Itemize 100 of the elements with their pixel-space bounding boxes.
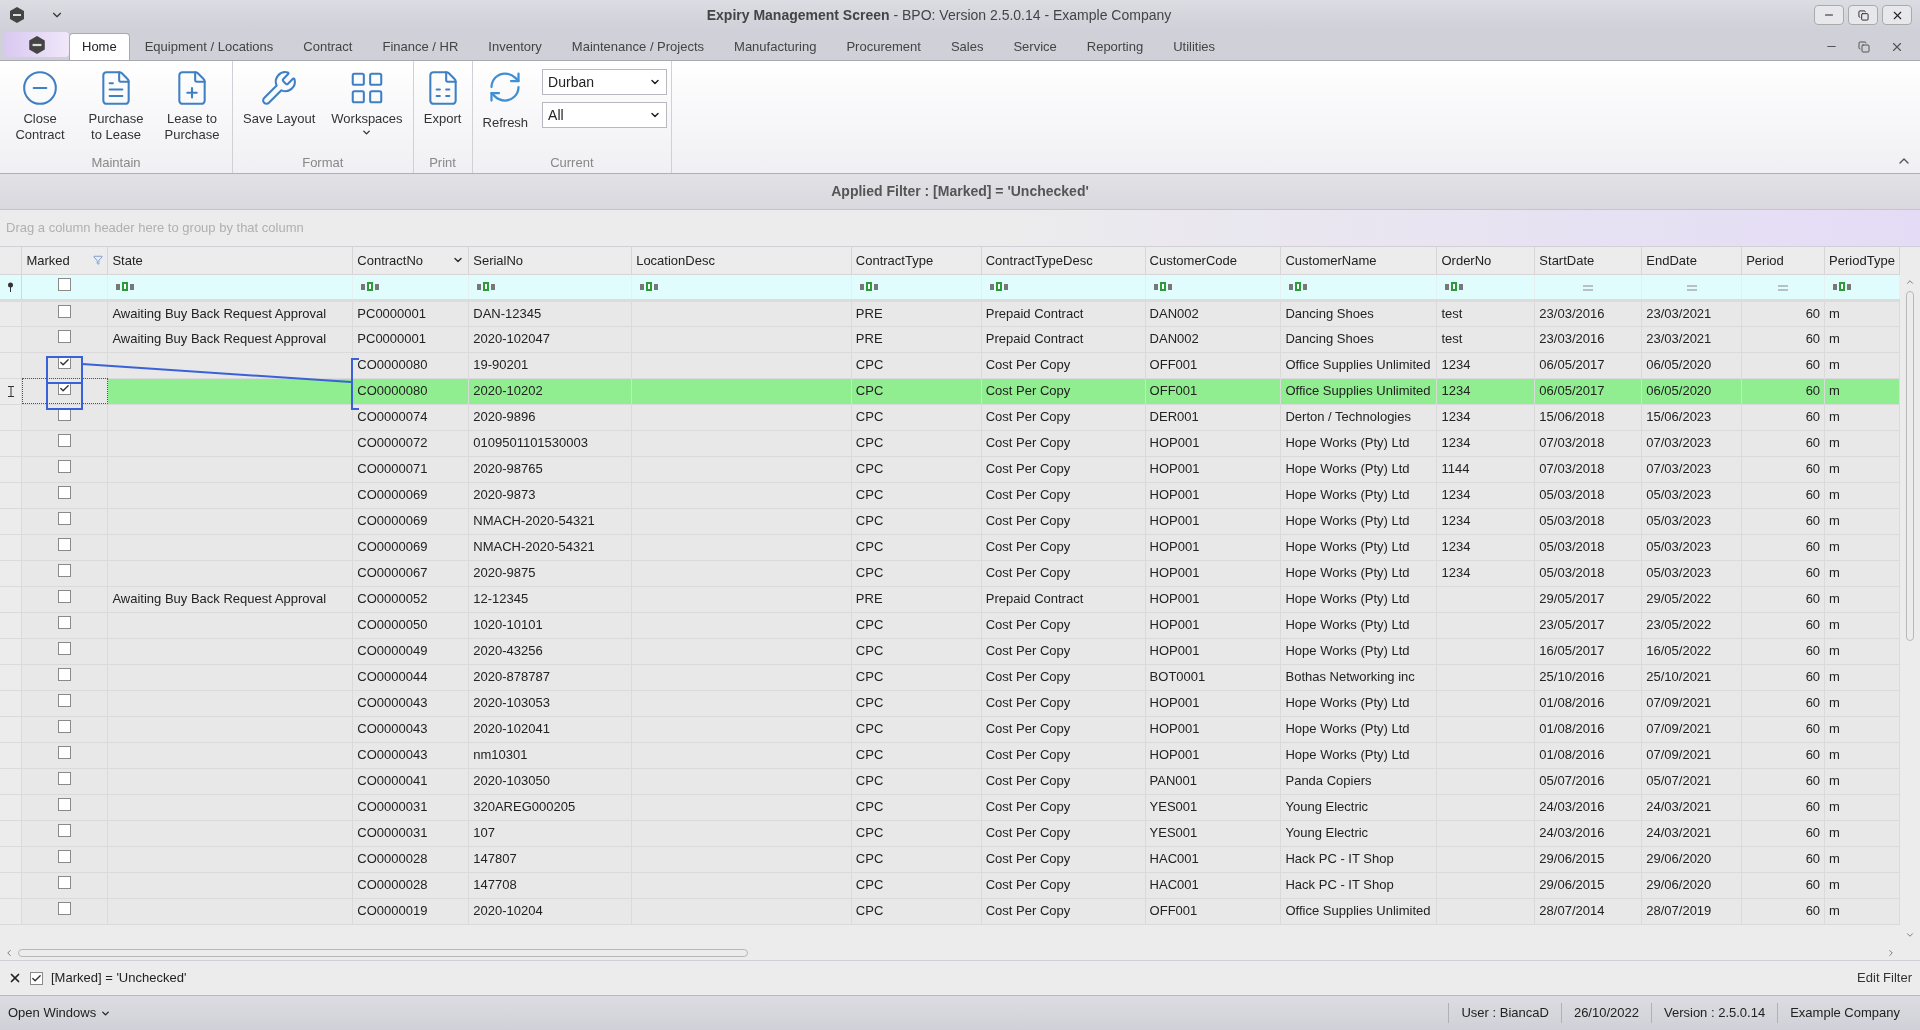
column-header[interactable]: ContractType	[851, 247, 982, 274]
mdi-restore-icon[interactable]	[1858, 40, 1870, 53]
ribbon-tab[interactable]: Maintenance / Projects	[556, 33, 720, 60]
ribbon-tab[interactable]: Home	[69, 33, 130, 60]
filter-expression[interactable]: [Marked] = 'Unchecked'	[51, 968, 187, 988]
column-header[interactable]: EndDate	[1641, 247, 1742, 274]
column-header[interactable]: StartDate	[1534, 247, 1642, 274]
column-header[interactable]: SerialNo	[468, 247, 632, 274]
checkbox[interactable]	[58, 277, 72, 291]
table-row[interactable]: Awaiting Buy Back Request Approval CO0000052 12-12345 PRE Prepaid Contract HOP001 Hope Works (Pty) Ltd 29/05/2017 29/05/2022 60 m	[0, 586, 1900, 612]
checkbox[interactable]	[58, 772, 72, 786]
checkbox[interactable]	[58, 720, 72, 734]
table-row[interactable]: CO0000072 0109501101530003 CPC Cost Per Copy HOP001 Hope Works (Pty) Ltd 1234 07/03/2018 07/03/2023 60 m	[0, 430, 1900, 456]
table-row[interactable]: CO0000080 19-90201 CPC Cost Per Copy OFF001 Office Supplies Unlimited 1234 06/05/2017 06/05/2020 60 m	[0, 352, 1900, 378]
column-header[interactable]: LocationDesc	[631, 247, 852, 274]
table-row[interactable]: CO0000050 1020-10101 CPC Cost Per Copy HOP001 Hope Works (Pty) Ltd 23/05/2017 23/05/2022 60 m	[0, 612, 1900, 638]
column-header[interactable]: ContractTypeDesc	[981, 247, 1146, 274]
column-header[interactable]: OrderNo	[1436, 247, 1535, 274]
checkbox[interactable]	[58, 850, 72, 864]
ribbon-button[interactable]: Refresh	[476, 69, 535, 133]
scroll-right-icon[interactable]	[1886, 947, 1896, 958]
table-row[interactable]: CO0000069 NMACH-2020-54321 CPC Cost Per Copy HOP001 Hope Works (Pty) Ltd 1234 05/03/2018 05/03/2023 60 m	[0, 534, 1900, 560]
ribbon-button[interactable]: Save Layout	[237, 69, 322, 127]
table-row[interactable]: CO0000080 2020-10202 CPC Cost Per Copy OFF001 Office Supplies Unlimited 1234 06/05/2017 06/05/2020 60 m	[0, 378, 1900, 404]
table-row[interactable]: CO0000031 320AREG000205 CPC Cost Per Copy YES001 Young Electric 24/03/2016 24/03/2021 60 m	[0, 794, 1900, 820]
table-row[interactable]: CO0000019 2020-10204 CPC Cost Per Copy OFF001 Office Supplies Unlimited 28/07/2014 28/07/2019 60 m	[0, 898, 1900, 924]
table-row[interactable]: CO0000071 2020-98765 CPC Cost Per Copy HOP001 Hope Works (Pty) Ltd 1144 07/03/2018 07/03/2023 60 m	[0, 456, 1900, 482]
open-windows-menu[interactable]: Open Windows	[8, 1003, 112, 1023]
table-row[interactable]: CO0000041 2020-103050 CPC Cost Per Copy PAN001 Panda Copiers 05/07/2016 05/07/2021 60 m	[0, 768, 1900, 794]
ribbon-tab[interactable]: Contract	[288, 33, 368, 60]
table-row[interactable]: CO0000069 2020-9873 CPC Cost Per Copy HOP001 Hope Works (Pty) Ltd 1234 05/03/2018 05/03/2023 60 m	[0, 482, 1900, 508]
table-cell: 15/06/2023	[1646, 409, 1712, 425]
checkbox[interactable]	[58, 876, 72, 890]
table-cell: Hope Works (Pty) Ltd	[1285, 461, 1410, 477]
table-row[interactable]: CO0000069 NMACH-2020-54321 CPC Cost Per Copy HOP001 Hope Works (Pty) Ltd 1234 05/03/2018 05/03/2023 60 m	[0, 508, 1900, 534]
ribbon-button[interactable]: Lease to Purchase	[156, 69, 228, 143]
checkbox[interactable]	[58, 694, 72, 708]
table-row[interactable]: CO0000031 107 CPC Cost Per Copy YES001 Young Electric 24/03/2016 24/03/2021 60 m	[0, 820, 1900, 846]
clear-filter-icon[interactable]	[8, 971, 22, 985]
ribbon-button[interactable]: Workspaces	[325, 69, 409, 138]
horizontal-scrollbar-thumb[interactable]	[18, 948, 748, 957]
checkbox[interactable]	[58, 642, 72, 656]
ribbon-tab[interactable]: Sales	[935, 33, 999, 60]
column-header[interactable]: CustomerCode	[1145, 247, 1281, 274]
filter-icon[interactable]	[93, 255, 104, 266]
checkbox[interactable]	[58, 798, 72, 812]
column-header[interactable]: CustomerName	[1281, 247, 1437, 274]
checkbox[interactable]	[58, 486, 72, 500]
checkbox[interactable]	[58, 590, 72, 604]
ribbon-tab[interactable]: Utilities	[1158, 33, 1231, 60]
checkbox[interactable]	[58, 824, 72, 838]
ribbon-button[interactable]: Purchase to Lease	[80, 69, 152, 143]
restore-button[interactable]	[1848, 5, 1878, 25]
minimize-button[interactable]	[1814, 5, 1844, 25]
ribbon-tab[interactable]: Finance / HR	[367, 33, 474, 60]
scroll-up-icon[interactable]	[1905, 277, 1915, 287]
scroll-left-icon[interactable]	[4, 947, 14, 958]
table-row[interactable]: CO0000043 2020-103053 CPC Cost Per Copy HOP001 Hope Works (Pty) Ltd 01/08/2016 07/09/2021 60 m	[0, 690, 1900, 716]
table-row[interactable]: CO0000043 nm10301 CPC Cost Per Copy HOP001 Hope Works (Pty) Ltd 01/08/2016 07/09/2021 60 m	[0, 742, 1900, 768]
scroll-down-icon[interactable]	[1905, 930, 1915, 940]
table-row[interactable]: CO0000043 2020-102041 CPC Cost Per Copy HOP001 Hope Works (Pty) Ltd 01/08/2016 07/09/2021 60 m	[0, 716, 1900, 742]
table-row[interactable]: CO0000028 147807 CPC Cost Per Copy HAC001 Hack PC - IT Shop 29/06/2015 29/06/2020 60 m	[0, 846, 1900, 872]
edit-filter-link[interactable]: Edit Filter	[1857, 968, 1912, 988]
checkbox[interactable]	[58, 616, 72, 630]
checkbox[interactable]	[58, 902, 72, 916]
checkbox[interactable]	[58, 330, 72, 344]
checkbox[interactable]	[58, 538, 72, 552]
table-row[interactable]: CO0000044 2020-878787 CPC Cost Per Copy BOT0001 Bothas Networking inc 25/10/2016 25/10/2021 60 m	[0, 664, 1900, 690]
ribbon-tab[interactable]: Procurement	[831, 33, 936, 60]
checkbox[interactable]	[58, 304, 72, 318]
column-header[interactable]: Marked	[21, 247, 108, 274]
checkbox[interactable]	[58, 668, 72, 682]
table-row[interactable]: Awaiting Buy Back Request Approval PC0000001 DAN-12345 PRE Prepaid Contract DAN002 Dancing Shoes test 23/03/2016 23/03/2021 60 m	[0, 300, 1900, 326]
dropdown[interactable]: Durban	[542, 69, 668, 95]
table-row[interactable]: Awaiting Buy Back Request Approval PC0000001 2020-102047 PRE Prepaid Contract DAN002 Dancing Shoes test 23/03/2016 23/03/2021 60 m	[0, 326, 1900, 352]
ribbon-tab[interactable]: Inventory	[473, 33, 557, 60]
column-header[interactable]: State	[107, 247, 353, 274]
ribbon-tab[interactable]: Reporting	[1071, 33, 1159, 60]
dropdown[interactable]: All	[542, 102, 668, 128]
close-button[interactable]	[1882, 5, 1912, 25]
table-row[interactable]: CO0000074 2020-9896 CPC Cost Per Copy DER001 Derton / Technologies 1234 15/06/2018 15/06/2023 60 m	[0, 404, 1900, 430]
checkbox[interactable]	[58, 512, 72, 526]
column-header[interactable]: Period	[1741, 247, 1825, 274]
checkbox[interactable]	[58, 746, 72, 760]
table-cell: Awaiting Buy Back Request Approval	[112, 591, 327, 607]
column-header[interactable]: ContractNo	[352, 247, 469, 274]
checkbox[interactable]	[30, 971, 43, 985]
checkbox[interactable]	[58, 434, 72, 448]
ribbon-button[interactable]: Close Contract	[4, 69, 76, 143]
table-row[interactable]: CO0000049 2020-43256 CPC Cost Per Copy HOP001 Hope Works (Pty) Ltd 16/05/2017 16/05/2022 60 m	[0, 638, 1900, 664]
ribbon-tab[interactable]: Service	[998, 33, 1072, 60]
table-row[interactable]: CO0000028 147708 CPC Cost Per Copy HAC001 Hack PC - IT Shop 29/06/2015 29/06/2020 60 m	[0, 872, 1900, 898]
column-header[interactable]: PeriodType	[1824, 247, 1900, 274]
app-menu-button[interactable]	[4, 32, 69, 57]
checkbox[interactable]	[58, 460, 72, 474]
ribbon-button[interactable]: Export	[417, 69, 468, 127]
ribbon-tab[interactable]: Manufacturing	[719, 33, 832, 60]
table-row[interactable]: CO0000067 2020-9875 CPC Cost Per Copy HOP001 Hope Works (Pty) Ltd 1234 05/03/2018 05/03/2023 60 m	[0, 560, 1900, 586]
ribbon-tab[interactable]: Equipment / Locations	[129, 33, 289, 60]
checkbox[interactable]	[58, 564, 72, 578]
